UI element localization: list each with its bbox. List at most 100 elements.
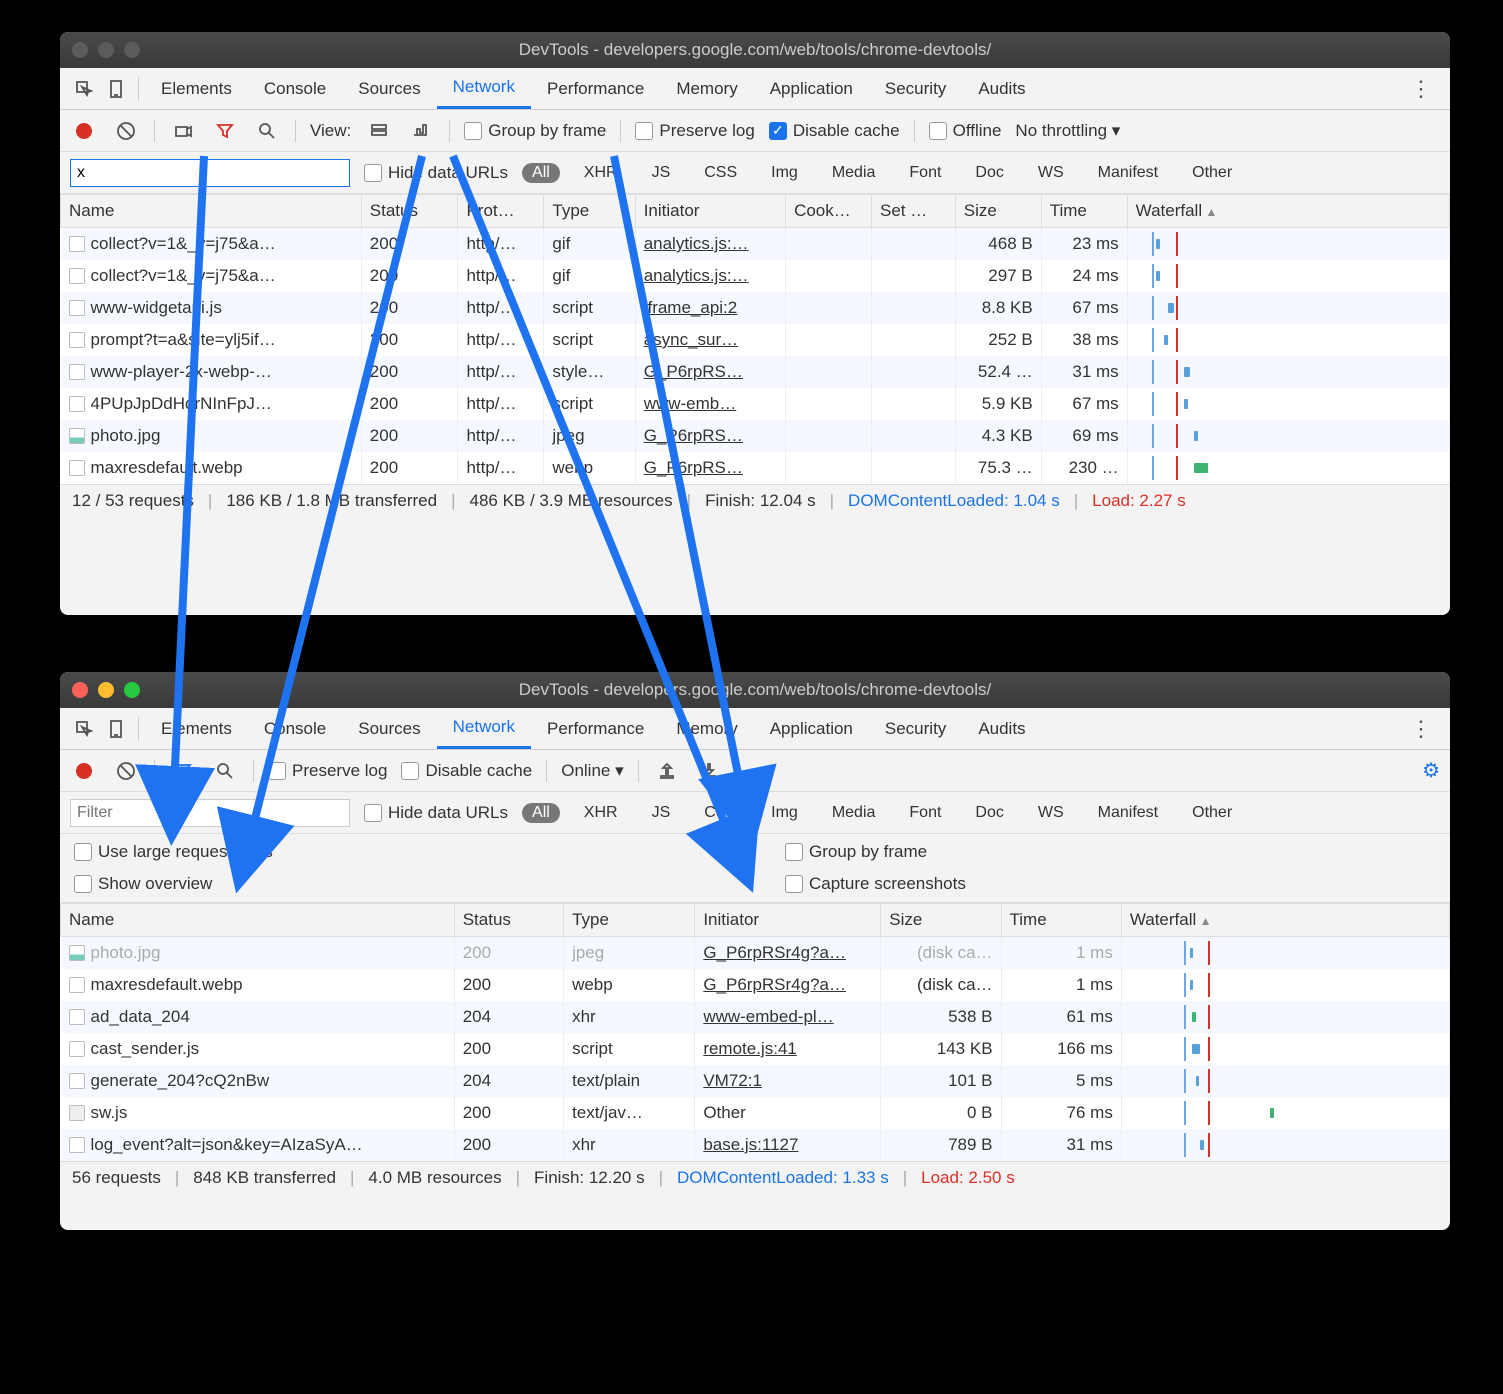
- offline-checkbox[interactable]: Offline: [929, 121, 1002, 141]
- filter-chip-media[interactable]: Media: [822, 803, 886, 823]
- tab-security[interactable]: Security: [869, 68, 962, 109]
- large-rows-checkbox[interactable]: Use large request rows: [74, 842, 725, 862]
- large-rows-icon[interactable]: [365, 117, 393, 145]
- filter-chip-ws[interactable]: WS: [1028, 163, 1074, 183]
- device-icon[interactable]: [100, 713, 132, 745]
- filter-chip-other[interactable]: Other: [1182, 163, 1242, 183]
- tab-performance[interactable]: Performance: [531, 708, 660, 749]
- filter-chip-img[interactable]: Img: [761, 163, 808, 183]
- col-name[interactable]: Name: [61, 195, 362, 228]
- filter-chip-media[interactable]: Media: [822, 163, 886, 183]
- col-set[interactable]: Set …: [872, 195, 956, 228]
- filter-chip-xhr[interactable]: XHR: [574, 803, 628, 823]
- cell-initiator[interactable]: G_P6rpRSr4g?a…: [695, 969, 881, 1001]
- cell-initiator[interactable]: www-emb…: [635, 388, 785, 420]
- tab-network[interactable]: Network: [437, 708, 531, 749]
- col-type[interactable]: Type: [564, 904, 695, 937]
- tab-performance[interactable]: Performance: [531, 68, 660, 109]
- device-icon[interactable]: [100, 73, 132, 105]
- cell-initiator[interactable]: G_P6rpRSr4g?a…: [695, 937, 881, 970]
- inspect-icon[interactable]: [68, 73, 100, 105]
- table-row[interactable]: photo.jpg200jpegG_P6rpRSr4g?a…(disk ca…1…: [61, 937, 1450, 970]
- inspect-icon[interactable]: [68, 713, 100, 745]
- filter-chip-all[interactable]: All: [522, 803, 560, 823]
- settings-icon[interactable]: ⚙: [1422, 758, 1440, 783]
- col-size[interactable]: Size: [955, 195, 1041, 228]
- clear-icon[interactable]: [112, 757, 140, 785]
- cell-initiator[interactable]: Other: [695, 1097, 881, 1129]
- disable-cache-checkbox[interactable]: Disable cache: [769, 121, 900, 141]
- filter-icon[interactable]: [169, 757, 197, 785]
- table-row[interactable]: photo.jpg200http/…jpegG_P6rpRS…4.3 KB69 …: [61, 420, 1450, 452]
- filter-chip-doc[interactable]: Doc: [965, 163, 1013, 183]
- filter-chip-font[interactable]: Font: [899, 163, 951, 183]
- col-waterfall[interactable]: Waterfall: [1121, 904, 1449, 937]
- minimize-icon[interactable]: [98, 42, 114, 58]
- record-icon[interactable]: [70, 117, 98, 145]
- close-icon[interactable]: [72, 42, 88, 58]
- filter-chip-manifest[interactable]: Manifest: [1088, 163, 1168, 183]
- tab-application[interactable]: Application: [754, 68, 869, 109]
- cell-initiator[interactable]: www-embed-pl…: [695, 1001, 881, 1033]
- cell-initiator[interactable]: G_P6rpRS…: [635, 356, 785, 388]
- table-row[interactable]: generate_204?cQ2nBw204text/plainVM72:110…: [61, 1065, 1450, 1097]
- filter-chip-xhr[interactable]: XHR: [574, 163, 628, 183]
- cell-initiator[interactable]: base.js:1127: [695, 1129, 881, 1161]
- table-row[interactable]: cast_sender.js200scriptremote.js:41143 K…: [61, 1033, 1450, 1065]
- col-size[interactable]: Size: [881, 904, 1001, 937]
- zoom-icon[interactable]: [124, 682, 140, 698]
- zoom-icon[interactable]: [124, 42, 140, 58]
- cell-initiator[interactable]: analytics.js:…: [635, 260, 785, 292]
- table-row[interactable]: log_event?alt=json&key=AIzaSyA…200xhrbas…: [61, 1129, 1450, 1161]
- filter-chip-font[interactable]: Font: [899, 803, 951, 823]
- table-row[interactable]: maxresdefault.webp200webpG_P6rpRSr4g?a…(…: [61, 969, 1450, 1001]
- filter-chip-manifest[interactable]: Manifest: [1088, 803, 1168, 823]
- tab-console[interactable]: Console: [248, 68, 342, 109]
- close-icon[interactable]: [72, 682, 88, 698]
- table-row[interactable]: collect?v=1&_v=j75&a…200http/…gifanalyti…: [61, 260, 1450, 292]
- cell-initiator[interactable]: iframe_api:2: [635, 292, 785, 324]
- table-row[interactable]: maxresdefault.webp200http/…webpG_P6rpRS……: [61, 452, 1450, 484]
- preserve-log-checkbox[interactable]: Preserve log: [268, 761, 387, 781]
- tab-elements[interactable]: Elements: [145, 708, 248, 749]
- table-row[interactable]: prompt?t=a&site=ylj5if…200http/…scriptas…: [61, 324, 1450, 356]
- tab-console[interactable]: Console: [248, 708, 342, 749]
- minimize-icon[interactable]: [98, 682, 114, 698]
- col-status[interactable]: Status: [454, 904, 563, 937]
- table-row[interactable]: ad_data_204204xhrwww-embed-pl…538 B61 ms: [61, 1001, 1450, 1033]
- hide-data-urls-checkbox[interactable]: Hide data URLs: [364, 803, 508, 823]
- kebab-icon[interactable]: ⋮: [1400, 76, 1442, 102]
- filter-icon[interactable]: [211, 117, 239, 145]
- col-time[interactable]: Time: [1001, 904, 1121, 937]
- col-time[interactable]: Time: [1041, 195, 1127, 228]
- disable-cache-checkbox[interactable]: Disable cache: [401, 761, 532, 781]
- filter-chip-doc[interactable]: Doc: [965, 803, 1013, 823]
- table-row[interactable]: sw.js200text/jav…Other0 B76 ms: [61, 1097, 1450, 1129]
- throttling-select[interactable]: No throttling ▾: [1015, 121, 1120, 141]
- filter-input[interactable]: [70, 159, 350, 187]
- col-prot[interactable]: Prot…: [458, 195, 544, 228]
- hide-data-urls-checkbox[interactable]: Hide data URLs: [364, 163, 508, 183]
- throttling-select[interactable]: Online ▾: [561, 761, 623, 781]
- col-name[interactable]: Name: [61, 904, 455, 937]
- tab-audits[interactable]: Audits: [962, 708, 1041, 749]
- upload-icon[interactable]: [653, 757, 681, 785]
- filter-chip-ws[interactable]: WS: [1028, 803, 1074, 823]
- col-cook[interactable]: Cook…: [786, 195, 872, 228]
- filter-input[interactable]: [70, 799, 350, 827]
- capture-screenshots-checkbox[interactable]: Capture screenshots: [785, 874, 1436, 894]
- col-initiator[interactable]: Initiator: [635, 195, 785, 228]
- filter-chip-css[interactable]: CSS: [694, 163, 747, 183]
- col-waterfall[interactable]: Waterfall: [1127, 195, 1449, 228]
- record-icon[interactable]: [70, 757, 98, 785]
- tab-memory[interactable]: Memory: [660, 708, 753, 749]
- col-status[interactable]: Status: [361, 195, 458, 228]
- filter-chip-all[interactable]: All: [522, 163, 560, 183]
- table-row[interactable]: www-player-2x-webp-…200http/…style…G_P6r…: [61, 356, 1450, 388]
- search-icon[interactable]: [211, 757, 239, 785]
- cell-initiator[interactable]: G_P6rpRS…: [635, 420, 785, 452]
- cell-initiator[interactable]: VM72:1: [695, 1065, 881, 1097]
- tab-network[interactable]: Network: [437, 68, 531, 109]
- cell-initiator[interactable]: async_sur…: [635, 324, 785, 356]
- tab-security[interactable]: Security: [869, 708, 962, 749]
